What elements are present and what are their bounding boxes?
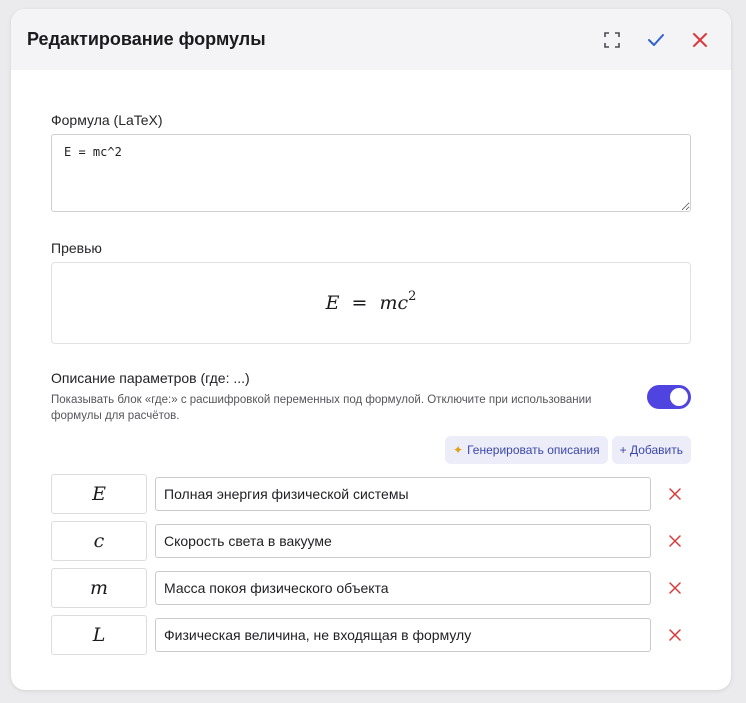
preview-label: Превью	[51, 240, 102, 256]
close-icon	[669, 629, 681, 641]
params-header: Описание параметров (где: ...) Показыват…	[51, 370, 691, 424]
delete-param-button[interactable]	[667, 533, 683, 549]
param-description-input[interactable]	[155, 524, 651, 558]
params-description: Показывать блок «где:» с расшифровкой пе…	[51, 394, 592, 422]
close-icon	[669, 582, 681, 594]
rendered-formula: E = mc2	[325, 289, 417, 314]
param-description-input[interactable]	[155, 571, 651, 605]
formula-rhs: mc	[379, 292, 409, 314]
fullscreen-button[interactable]	[597, 25, 627, 55]
formula-preview: E = mc2	[51, 262, 691, 344]
sparkle-icon: ✦	[453, 443, 464, 457]
confirm-button[interactable]	[641, 25, 671, 55]
formula-equals: =	[351, 292, 368, 314]
dialog-title: Редактирование формулы	[27, 29, 266, 49]
param-row: c	[51, 521, 691, 561]
delete-param-button[interactable]	[667, 486, 683, 502]
formula-input[interactable]: E = mc^2	[51, 134, 691, 212]
params-text: Описание параметров (где: ...) Показыват…	[51, 370, 611, 424]
param-description-input[interactable]	[155, 618, 651, 652]
formula-label: Формула (LaTeX)	[51, 112, 163, 128]
fullscreen-icon	[604, 31, 620, 48]
close-icon	[669, 488, 681, 500]
close-button[interactable]	[685, 25, 715, 55]
check-icon	[648, 33, 664, 46]
delete-param-button[interactable]	[667, 580, 683, 596]
params-title: Описание параметров (где: ...)	[51, 370, 250, 386]
close-icon	[693, 32, 707, 47]
param-description-input[interactable]	[155, 477, 651, 511]
param-row: L	[51, 615, 691, 655]
param-symbol[interactable]: c	[51, 521, 147, 561]
dialog-header: Редактирование формулы	[11, 9, 731, 70]
add-param-label: + Добавить	[619, 443, 683, 457]
param-symbol[interactable]: L	[51, 615, 147, 655]
dialog-content: Формула (LaTeX) E = mc^2 Превью E = mc2 …	[11, 70, 731, 655]
generate-descriptions-button[interactable]: ✦ Генерировать описания	[445, 436, 608, 464]
formula-exponent: 2	[408, 289, 417, 304]
add-param-button[interactable]: + Добавить	[611, 436, 691, 464]
generate-descriptions-label: Генерировать описания	[467, 443, 600, 457]
delete-param-button[interactable]	[667, 627, 683, 643]
param-row: m	[51, 568, 691, 608]
param-list: E c m L	[51, 474, 691, 655]
param-symbol[interactable]: E	[51, 474, 147, 514]
param-symbol[interactable]: m	[51, 568, 147, 608]
formula-lhs: E	[325, 292, 340, 314]
params-actions: ✦ Генерировать описания + Добавить	[51, 436, 691, 464]
formula-editor-dialog: Редактирование формулы Формула (LaTeX) E…	[11, 9, 731, 690]
toggle-knob	[670, 388, 688, 406]
params-toggle[interactable]	[647, 385, 691, 409]
close-icon	[669, 535, 681, 547]
param-row: E	[51, 474, 691, 514]
